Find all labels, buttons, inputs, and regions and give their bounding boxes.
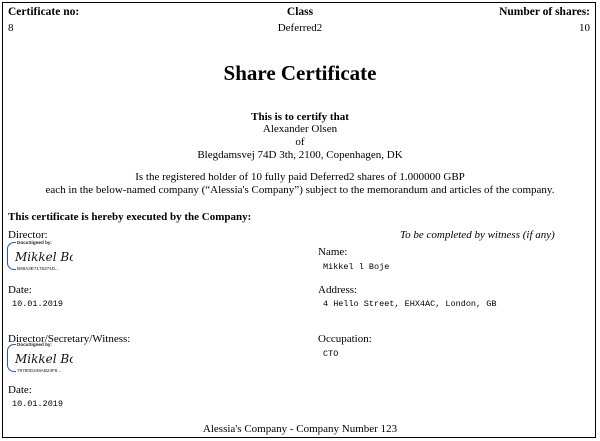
- name-label: Name:: [318, 246, 348, 258]
- date2-value: 10.01.2019: [12, 399, 64, 409]
- docusign-envelope-id: 78780D348AB24F8...: [17, 368, 62, 373]
- holder-of: of: [295, 136, 305, 148]
- holder-address: Blegdamsvej 74D 3th, 2100, Copenhagen, D…: [197, 149, 403, 161]
- handwritten-signature: Mikkel Boje: [14, 250, 73, 264]
- handwritten-signature: Mikkel Boje: [14, 352, 73, 366]
- occupation-label: Occupation:: [318, 333, 372, 345]
- shares-value: 10: [579, 22, 590, 34]
- class-value: Deferred2: [277, 22, 323, 34]
- address-value: 4 Hello Street, EHX4AC, London, GB: [323, 299, 497, 309]
- svg-text:Mikkel Boje: Mikkel Boje: [14, 352, 73, 366]
- date1-value: 10.01.2019: [12, 299, 64, 309]
- page-title: Share Certificate: [223, 61, 377, 85]
- name-value: Mikkel l Boje: [323, 262, 390, 272]
- date2-label: Date:: [8, 384, 32, 396]
- secretary-signature: DocuSigned by: Mikkel Boje 78780D348AB24…: [7, 342, 75, 376]
- date1-label: Date:: [8, 284, 32, 296]
- execution-heading: This certificate is hereby executed by t…: [8, 211, 252, 223]
- holding-statement-line2: each in the below-named company (“Alessi…: [45, 184, 555, 196]
- docusign-caption: DocuSigned by:: [17, 342, 52, 347]
- footer-company: Alessia's Company - Company Number 123: [202, 423, 398, 435]
- certify-heading: This is to certify that: [251, 111, 349, 123]
- docusign-envelope-id: B88A3E7176274D...: [17, 266, 59, 271]
- director-signature: DocuSigned by: Mikkel Boje B88A3E7176274…: [7, 240, 75, 274]
- docusign-caption: DocuSigned by:: [17, 240, 52, 245]
- witness-note: To be completed by witness (if any): [400, 229, 555, 241]
- holder-name: Alexander Olsen: [262, 123, 338, 135]
- holding-statement-line1: Is the registered holder of 10 fully pai…: [135, 171, 465, 183]
- occupation-value: CTO: [323, 349, 339, 359]
- svg-text:Mikkel Boje: Mikkel Boje: [14, 250, 73, 264]
- address-label: Address:: [318, 284, 358, 296]
- shares-label: Number of shares:: [499, 6, 590, 18]
